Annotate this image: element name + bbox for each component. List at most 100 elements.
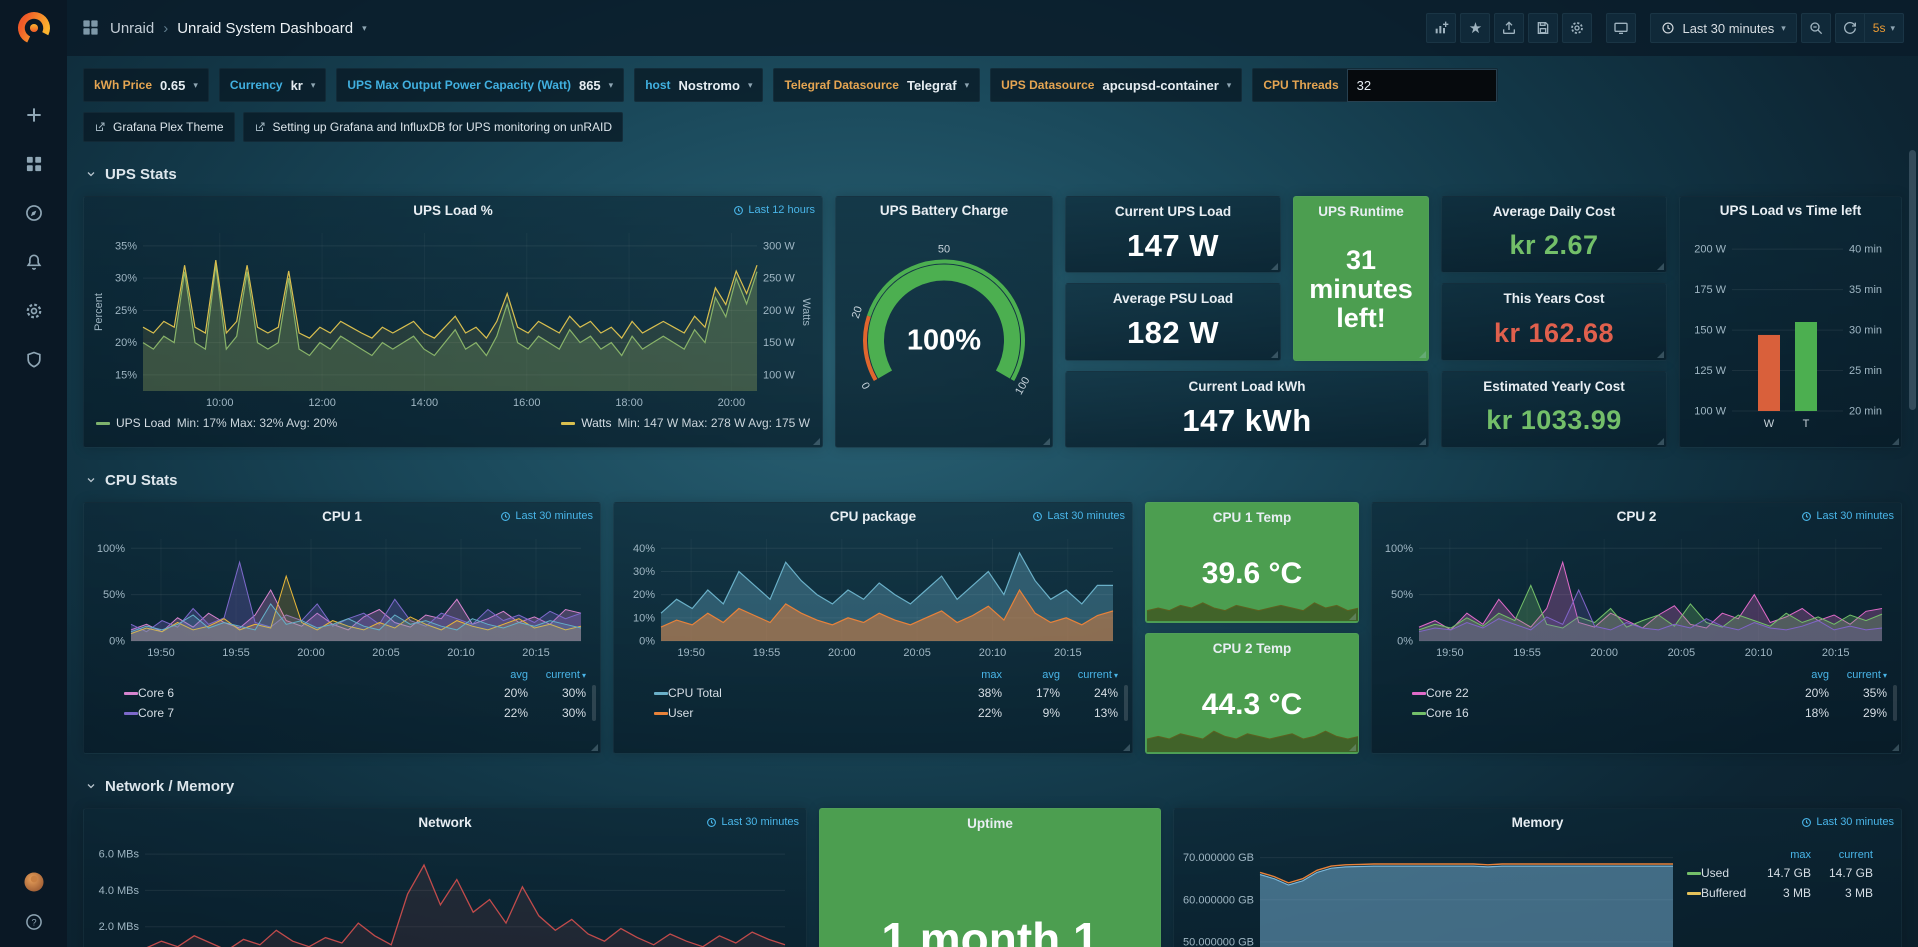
legend-scrollbar[interactable]: [592, 685, 596, 721]
ups-load-chart[interactable]: 15%20%25%30%35%100 W150 W200 W250 W300 W…: [91, 223, 815, 413]
panel-title[interactable]: Current Load kWh: [1189, 379, 1306, 394]
row-header-ups-stats[interactable]: UPS Stats: [85, 160, 1902, 188]
share-icon[interactable]: [1494, 13, 1524, 43]
panel-title[interactable]: This Years Cost: [1503, 291, 1604, 306]
legend-sort-max[interactable]: max: [1749, 849, 1811, 861]
legend-value: 38%: [944, 686, 1002, 700]
network-chart[interactable]: 2.0 MBs4.0 MBs6.0 MBs: [91, 835, 799, 947]
legend-sort-avg[interactable]: avg: [470, 669, 528, 681]
variable-telegraf-datasource[interactable]: Telegraf Datasource Telegraf ▾: [773, 68, 980, 102]
refresh-interval-dropdown[interactable]: 5s ▾: [1865, 13, 1904, 43]
legend-series-name[interactable]: Core 22: [1426, 686, 1469, 700]
cpu-threads-input[interactable]: [1347, 69, 1497, 102]
svg-text:?: ?: [31, 917, 36, 927]
panel-time-override: Last 30 minutes: [1801, 510, 1894, 522]
panel-title[interactable]: Network: [418, 815, 471, 830]
apps-grid-icon[interactable]: [81, 18, 101, 38]
cpu1-chart[interactable]: 0%50%100%19:5019:5520:0020:0520:1020:15: [91, 529, 593, 663]
legend-sort-current[interactable]: current▾: [1060, 669, 1118, 681]
panel-title[interactable]: UPS Load %: [413, 203, 493, 218]
refresh-icon[interactable]: [1835, 13, 1865, 43]
legend-series-name[interactable]: CPU Total: [668, 686, 722, 700]
panel-estimated-yearly-cost: Estimated Yearly Cost kr 1033.99: [1441, 371, 1667, 448]
cpu-package-chart[interactable]: 0%10%20%30%40%19:5019:5520:0020:0520:102…: [621, 529, 1125, 663]
star-icon[interactable]: ★: [1460, 13, 1490, 43]
server-admin-shield-icon[interactable]: [23, 349, 45, 371]
help-icon[interactable]: ?: [23, 911, 45, 933]
svg-text:100 W: 100 W: [1694, 406, 1726, 418]
panel-title[interactable]: UPS Load vs Time left: [1720, 203, 1862, 218]
clock-icon: [1801, 817, 1812, 828]
svg-text:40 min: 40 min: [1849, 244, 1882, 256]
legend-series-name[interactable]: UPS Load: [116, 416, 171, 430]
variable-kwh-price[interactable]: kWh Price 0.65 ▾: [83, 68, 209, 102]
legend-series-name[interactable]: User: [668, 706, 693, 720]
ups-load-time-bars[interactable]: 100 W125 W150 W175 W200 W20 min25 min30 …: [1688, 223, 1893, 435]
legend-series-name[interactable]: Buffered: [1701, 886, 1746, 900]
panel-title[interactable]: CPU 2: [1617, 509, 1657, 524]
panel-title[interactable]: Memory: [1512, 815, 1564, 830]
add-panel-icon[interactable]: [1426, 13, 1456, 43]
legend-series-name[interactable]: Core 6: [138, 686, 174, 700]
time-range-picker[interactable]: Last 30 minutes ▾: [1650, 13, 1796, 43]
link-grafana-plex-theme[interactable]: Grafana Plex Theme: [83, 112, 235, 142]
breadcrumb-folder[interactable]: Unraid: [110, 20, 154, 37]
legend-sort-current[interactable]: current▾: [1829, 669, 1887, 681]
panel-title[interactable]: CPU package: [830, 509, 916, 524]
panel-cpu2-temp: CPU 2 Temp 44.3 °C: [1145, 633, 1359, 754]
panel-title[interactable]: Estimated Yearly Cost: [1483, 379, 1625, 394]
variable-ups-datasource[interactable]: UPS Datasource apcupsd-container ▾: [990, 68, 1242, 102]
legend-sort-current[interactable]: current: [1811, 849, 1873, 861]
variable-ups-max-output[interactable]: UPS Max Output Power Capacity (Watt) 865…: [336, 68, 624, 102]
row-header-cpu-stats[interactable]: CPU Stats: [85, 466, 1902, 494]
legend-value: 22%: [944, 706, 1002, 720]
panel-title[interactable]: Average PSU Load: [1113, 291, 1233, 306]
zoom-out-icon[interactable]: [1801, 13, 1831, 43]
panel-title[interactable]: UPS Battery Charge: [880, 203, 1008, 218]
link-ups-monitoring-guide[interactable]: Setting up Grafana and InfluxDB for UPS …: [243, 112, 624, 142]
legend-sort-max[interactable]: max: [944, 669, 1002, 681]
save-icon[interactable]: [1528, 13, 1558, 43]
configuration-gear-icon[interactable]: [23, 300, 45, 322]
variable-label: Telegraf Datasource: [784, 78, 899, 92]
panel-title[interactable]: Uptime: [967, 816, 1013, 831]
panel-title[interactable]: UPS Runtime: [1318, 204, 1404, 219]
legend-sort-current[interactable]: current▾: [528, 669, 586, 681]
legend-series-name[interactable]: Core 7: [138, 706, 174, 720]
dashboard-settings-gear-icon[interactable]: [1562, 13, 1592, 43]
legend-scrollbar[interactable]: [1124, 685, 1128, 721]
create-icon[interactable]: [23, 104, 45, 126]
kiosk-mode-icon[interactable]: [1606, 13, 1636, 43]
page-scrollbar-thumb[interactable]: [1909, 150, 1916, 410]
legend-sort-avg[interactable]: avg: [1002, 669, 1060, 681]
svg-text:20:05: 20:05: [903, 647, 931, 659]
panel-title[interactable]: Average Daily Cost: [1493, 204, 1616, 219]
row-header-network-memory[interactable]: Network / Memory: [85, 772, 1902, 800]
stat-value: 31 minutes left!: [1294, 219, 1428, 360]
user-avatar[interactable]: [23, 871, 45, 893]
svg-text:6.0 MBs: 6.0 MBs: [99, 849, 140, 861]
panel-title[interactable]: CPU 2 Temp: [1213, 641, 1292, 656]
legend-sort-avg[interactable]: avg: [1771, 669, 1829, 681]
cpu2-chart[interactable]: 0%50%100%19:5019:5520:0020:0520:1020:15: [1379, 529, 1894, 663]
legend-scrollbar[interactable]: [1893, 685, 1897, 721]
variable-currency[interactable]: Currency kr ▾: [219, 68, 327, 102]
grafana-logo[interactable]: [16, 10, 52, 46]
panel-title[interactable]: CPU 1: [322, 509, 362, 524]
panel-title[interactable]: CPU 1 Temp: [1213, 510, 1292, 525]
svg-text:20:15: 20:15: [1822, 647, 1850, 659]
variable-host[interactable]: host Nostromo ▾: [634, 68, 763, 102]
battery-gauge[interactable]: 02050100100%: [844, 229, 1044, 424]
legend-series-name[interactable]: Watts: [581, 416, 611, 430]
legend-series-name[interactable]: Used: [1701, 866, 1729, 880]
dashboards-icon[interactable]: [23, 153, 45, 175]
memory-chart[interactable]: 50.000000 GB60.000000 GB70.000000 GB: [1174, 835, 1687, 947]
alerting-bell-icon[interactable]: [23, 251, 45, 273]
legend-color: [1412, 712, 1426, 715]
legend-series-name[interactable]: Core 16: [1426, 706, 1469, 720]
explore-icon[interactable]: [23, 202, 45, 224]
svg-text:0%: 0%: [639, 636, 655, 648]
panel-title[interactable]: Current UPS Load: [1115, 204, 1231, 219]
dashboard-title[interactable]: Unraid System Dashboard: [177, 20, 353, 37]
title-caret-down-icon[interactable]: ▾: [362, 23, 367, 34]
